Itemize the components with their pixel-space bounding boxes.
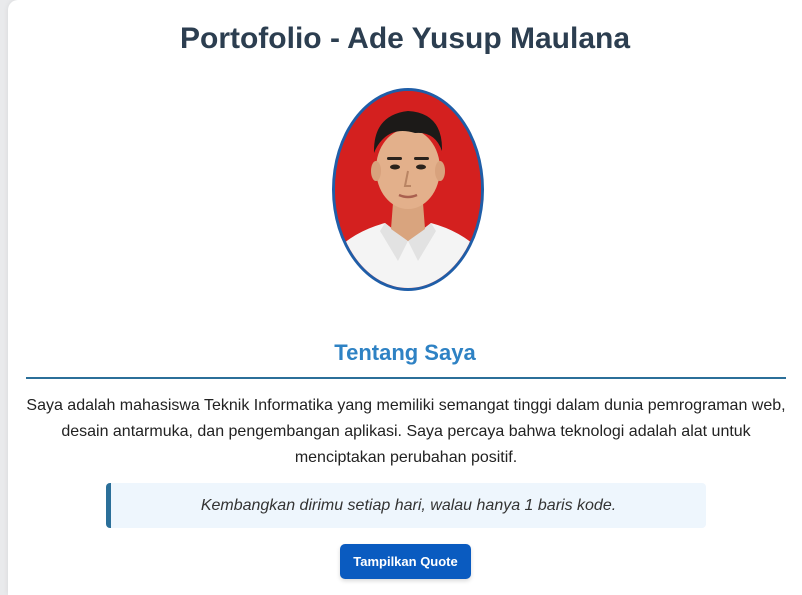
profile-photo-image xyxy=(335,91,481,288)
quote-box: Kembangkan dirimu setiap hari, walau han… xyxy=(106,483,706,528)
section-divider xyxy=(26,377,786,379)
about-heading: Tentang Saya xyxy=(334,340,476,365)
quote-text: Kembangkan dirimu setiap hari, walau han… xyxy=(200,496,617,514)
portfolio-card: Portofolio - Ade Yusup Maulana Tentang S… xyxy=(8,0,802,595)
page-title: Portofolio - Ade Yusup Maulana xyxy=(179,22,631,55)
show-quote-button[interactable]: Tampilkan Quote xyxy=(340,544,471,579)
about-text: Saya adalah mahasiswa Teknik Informatika… xyxy=(26,397,786,466)
avatar xyxy=(332,88,484,291)
